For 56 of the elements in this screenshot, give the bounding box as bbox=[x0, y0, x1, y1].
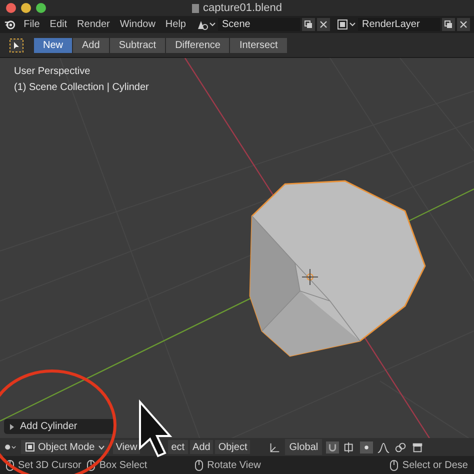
view-layer-field[interactable]: RenderLayer bbox=[358, 18, 440, 31]
link-icon[interactable] bbox=[394, 440, 408, 454]
viewport-info-text: User Perspective bbox=[14, 66, 92, 77]
object-mode-icon bbox=[25, 442, 35, 452]
menu-item[interactable]: Edit bbox=[46, 19, 72, 30]
orientation-dropdown[interactable]: Global bbox=[285, 439, 322, 455]
close-icon bbox=[319, 20, 328, 29]
magnet-icon[interactable] bbox=[326, 440, 340, 454]
mode-tab[interactable]: New bbox=[34, 38, 72, 52]
menu-item[interactable]: Help bbox=[161, 19, 190, 30]
menu-item[interactable]: Object bbox=[215, 440, 250, 454]
window-title: capture01.blend bbox=[203, 2, 282, 14]
select-box-tool-icon[interactable] bbox=[9, 38, 24, 52]
archive-icon[interactable] bbox=[411, 440, 424, 454]
zoom-window-button[interactable] bbox=[36, 3, 46, 13]
view-layer-selector-icon[interactable] bbox=[336, 18, 356, 31]
proportional-edit-icon[interactable] bbox=[360, 440, 374, 454]
scene-field[interactable]: Scene bbox=[218, 18, 300, 31]
close-button[interactable] bbox=[457, 18, 470, 31]
close-button[interactable] bbox=[317, 18, 330, 31]
mode-tab[interactable]: Intersect bbox=[230, 38, 287, 52]
status-hint-text: Box Select bbox=[99, 460, 148, 470]
falloff-curve-icon[interactable] bbox=[377, 440, 390, 454]
mouse-pointer-icon bbox=[139, 399, 172, 458]
mode-tab[interactable]: Difference bbox=[166, 38, 230, 52]
file-icon bbox=[192, 4, 200, 12]
copy-icon bbox=[444, 20, 453, 29]
minimize-window-button[interactable] bbox=[21, 3, 31, 13]
mouse-button-icon bbox=[6, 460, 14, 470]
menu-item[interactable]: ect bbox=[168, 440, 188, 454]
menu-item[interactable]: View bbox=[112, 440, 140, 454]
close-window-button[interactable] bbox=[6, 3, 16, 13]
menu-item[interactable]: Window bbox=[116, 19, 160, 30]
caret-icon bbox=[98, 444, 105, 450]
status-hint-text: Set 3D Cursor bbox=[18, 460, 82, 470]
mode-tab[interactable]: Add bbox=[73, 38, 109, 52]
disclosure-triangle-icon[interactable] bbox=[10, 424, 14, 430]
viewport-info-text: (1) Scene Collection | Cylinder bbox=[14, 82, 149, 93]
close-icon bbox=[459, 20, 468, 29]
menu-item[interactable]: File bbox=[20, 19, 44, 30]
copy-icon bbox=[304, 20, 313, 29]
copy-button[interactable] bbox=[302, 18, 315, 31]
transform-axes-icon[interactable] bbox=[268, 440, 282, 454]
mouse-button-icon bbox=[87, 460, 96, 470]
mouse-button-icon bbox=[390, 460, 398, 470]
menu-item[interactable]: Add bbox=[190, 440, 214, 454]
copy-button[interactable] bbox=[442, 18, 455, 31]
mode-dropdown[interactable]: Object Mode bbox=[21, 440, 109, 454]
menu-item[interactable]: Render bbox=[73, 19, 114, 30]
mouse-button-icon bbox=[195, 460, 204, 470]
origin-icon bbox=[302, 268, 318, 286]
app-logo-icon[interactable] bbox=[4, 18, 16, 31]
last-operator-panel[interactable]: Add Cylinder bbox=[4, 419, 116, 434]
mode-tab[interactable]: Subtract bbox=[110, 38, 166, 52]
status-hint-text: Select or Dese bbox=[402, 460, 468, 470]
status-hint-text: Rotate View bbox=[207, 460, 261, 470]
